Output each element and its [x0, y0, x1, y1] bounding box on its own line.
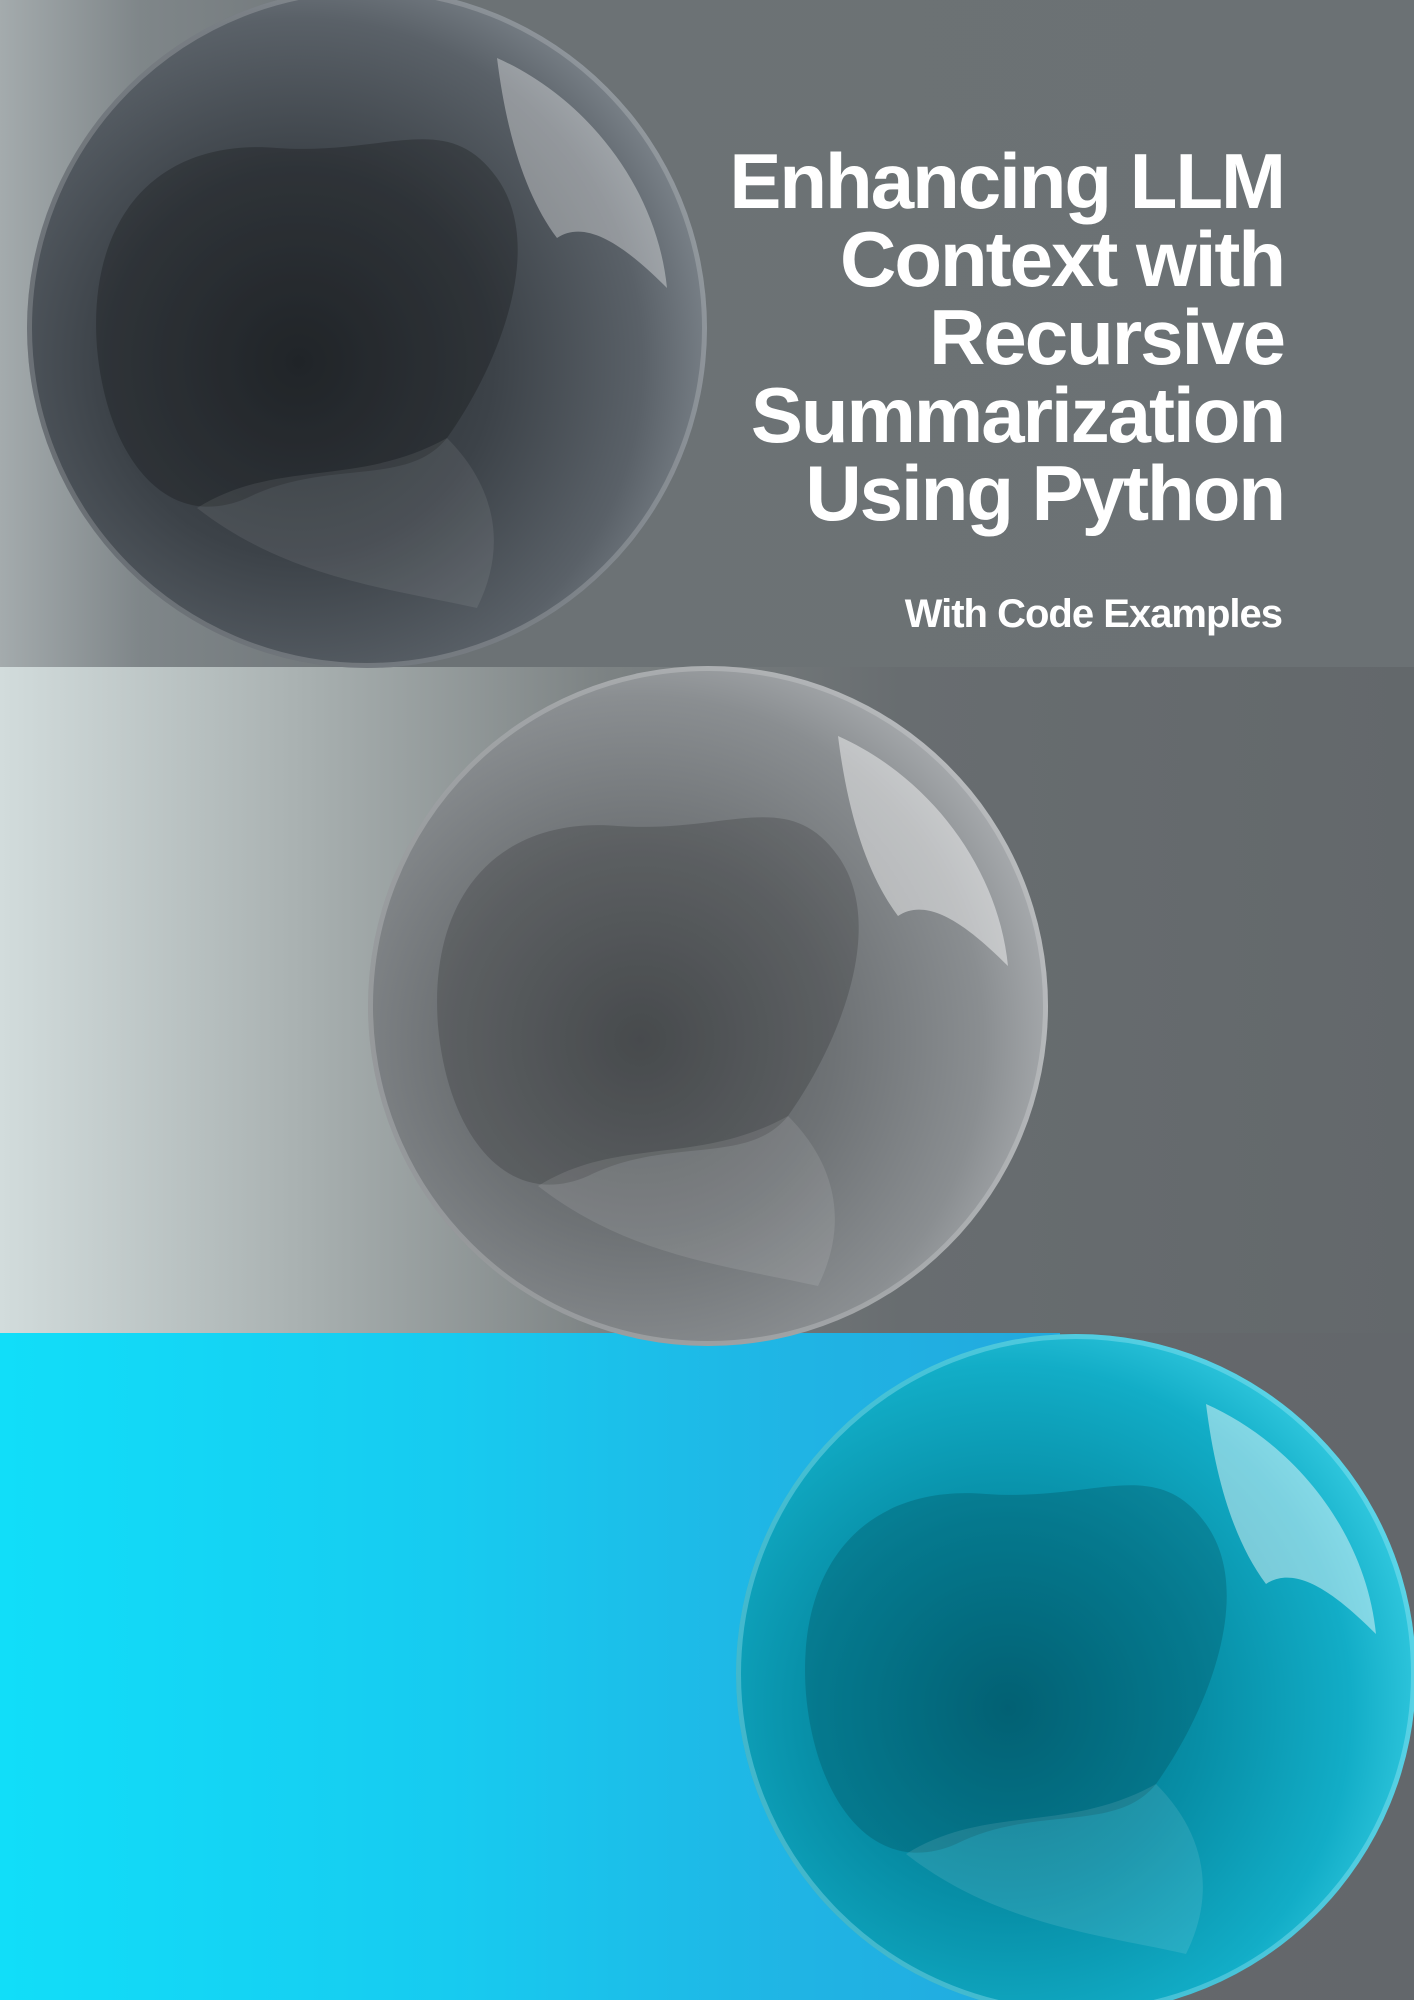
title-line-2: Context with	[840, 215, 1286, 303]
book-cover: Enhancing LLM Context with Recursive Sum…	[0, 0, 1414, 2000]
cyan-sphere-image	[736, 1334, 1414, 2000]
silver-sphere-image	[368, 666, 1048, 1346]
title-line-3: Recursive	[929, 293, 1286, 381]
title-line-4: Summarization	[750, 371, 1286, 459]
title-line-5: Using Python	[805, 449, 1286, 537]
title-line-1: Enhancing LLM	[729, 137, 1286, 225]
dark-sphere-image	[27, 0, 707, 668]
book-subtitle: With Code Examples	[904, 592, 1283, 636]
book-title: Enhancing LLM Context with Recursive Sum…	[644, 137, 1286, 537]
